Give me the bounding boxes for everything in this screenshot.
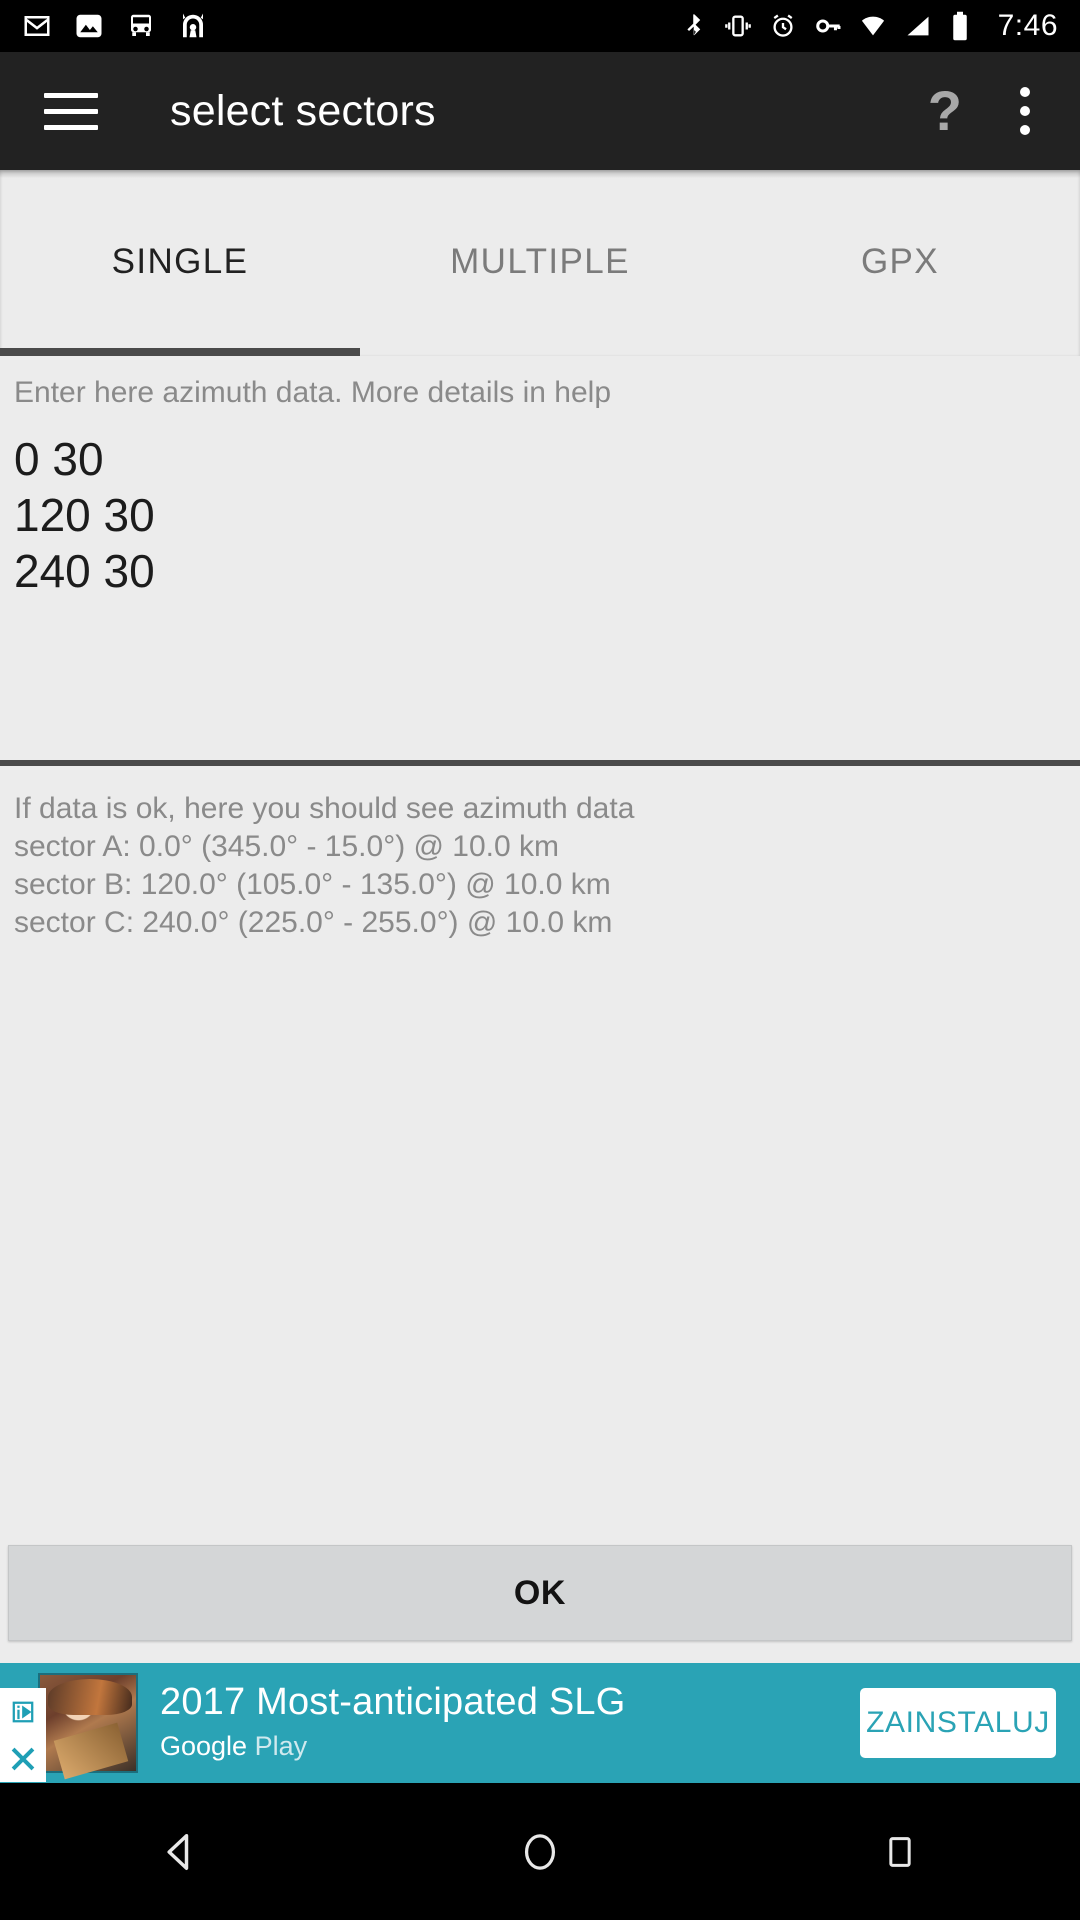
results-section: If data is ok, here you should see azimu… [0,790,1080,942]
azimuth-input[interactable] [14,431,1066,721]
app-bar-actions: ? [928,81,1080,141]
photos-icon [74,11,104,41]
phone-screen: 7:46 select sectors ? SINGLE MULTIPLE GP… [0,0,1080,1920]
ad-text: 2017 Most-anticipated SLG Google Play [160,1679,626,1763]
results-header: If data is ok, here you should see azimu… [14,792,635,825]
ad-source-play: Play [254,1731,308,1761]
close-icon[interactable] [0,1735,46,1782]
ad-thumbnail [38,1673,138,1773]
battery-icon [949,11,971,41]
vibrate-icon [724,12,752,40]
status-bar-left-icons [22,11,208,41]
status-bar-clock: 7:46 [997,9,1058,42]
status-bar-right-icons: 7:46 [679,9,1058,43]
azimuth-input-section: Enter here azimuth data. More details in… [0,356,1080,726]
status-bar: 7:46 [0,0,1080,52]
ad-install-button[interactable]: ZAINSTALUJ [860,1688,1056,1758]
app-icon [178,11,208,41]
gmail-icon [22,11,52,41]
bluetooth-icon [679,12,707,40]
recents-square-icon[interactable] [840,1783,960,1920]
overflow-menu-icon[interactable] [1014,81,1036,141]
result-sector-c: sector C: 240.0° (225.0° - 255.0°) @ 10.… [14,906,613,939]
app-bar: select sectors ? [0,52,1080,170]
page-title: select sectors [170,86,436,135]
bus-icon [126,11,156,41]
vpn-key-icon [814,12,842,40]
azimuth-input-hint: Enter here azimuth data. More details in… [14,376,611,409]
home-circle-icon[interactable] [480,1783,600,1920]
wifi-icon [859,12,887,40]
signal-icon [904,12,932,40]
adchoices-icon[interactable] [0,1688,46,1735]
section-divider [0,760,1080,766]
tab-gpx[interactable]: GPX [720,170,1080,282]
result-sector-b: sector B: 120.0° (105.0° - 135.0°) @ 10.… [14,868,611,901]
alarm-icon [769,12,797,40]
ad-controls [0,1688,46,1783]
tab-multiple[interactable]: MULTIPLE [360,170,720,282]
tab-active-indicator [0,348,360,356]
tab-list: SINGLE MULTIPLE GPX [0,170,1080,348]
tab-single[interactable]: SINGLE [0,170,360,282]
back-triangle-icon[interactable] [120,1783,240,1920]
ad-source: Google Play [160,1729,626,1763]
android-nav-bar [0,1783,1080,1920]
hamburger-icon[interactable] [44,92,98,130]
ad-banner[interactable]: 2017 Most-anticipated SLG Google Play ZA… [0,1663,1080,1783]
tab-bar: SINGLE MULTIPLE GPX [0,170,1080,356]
ad-source-google: Google [160,1731,248,1761]
result-sector-a: sector A: 0.0° (345.0° - 15.0°) @ 10.0 k… [14,830,560,863]
ad-title: 2017 Most-anticipated SLG [160,1681,626,1723]
help-icon[interactable]: ? [928,83,962,139]
ok-button[interactable]: OK [8,1545,1072,1641]
